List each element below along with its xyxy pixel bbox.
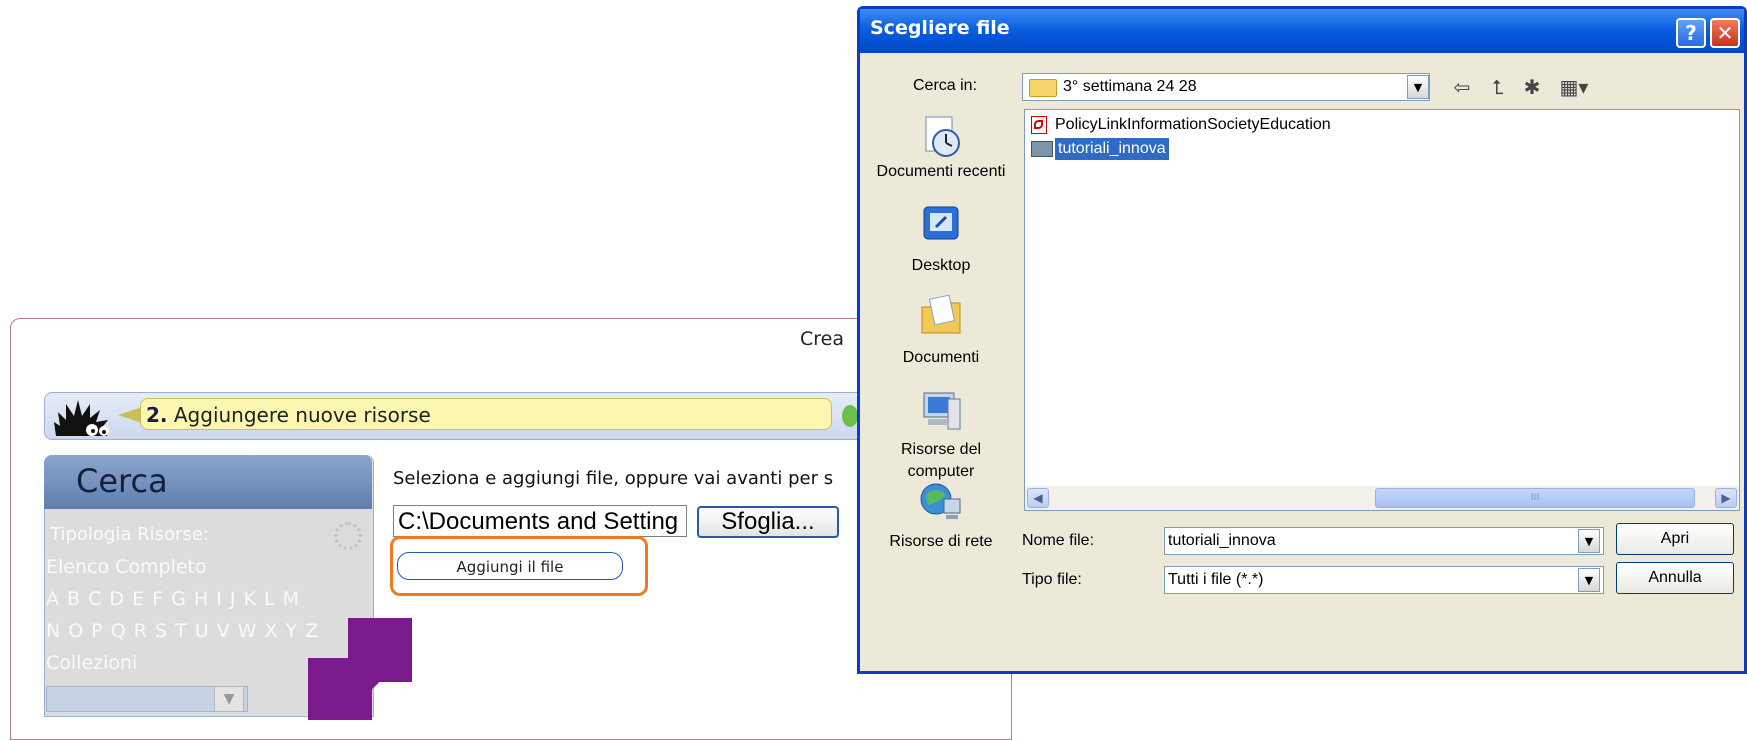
- alphabet-row-2[interactable]: N O P Q R S T U V W X Y Z: [46, 620, 319, 642]
- file-name: PolicyLinkInformationSocietyEducation: [1055, 116, 1331, 133]
- collections-label: Collezioni: [46, 652, 138, 674]
- gear-icon[interactable]: [334, 522, 362, 550]
- my-computer-icon[interactable]: [918, 389, 966, 433]
- step-heading: 2. Aggiungere nuove risorse: [146, 403, 431, 427]
- dialog-title: Scegliere file: [870, 17, 1010, 39]
- chevron-down-icon[interactable]: ▼: [1578, 568, 1600, 592]
- file-name: tutoriali_innova: [1054, 137, 1170, 161]
- resource-type-label: Tipologia Risorse:: [50, 524, 209, 545]
- folder-icon: [1029, 79, 1057, 97]
- folder-icon: [1031, 141, 1053, 157]
- step-label: Aggiungere nuove risorse: [173, 403, 431, 427]
- network-icon[interactable]: [918, 481, 966, 525]
- file-type-label: Tipo file:: [1022, 571, 1082, 588]
- chevron-down-icon[interactable]: ▼: [1407, 75, 1429, 99]
- speech-bubble-tail: [118, 407, 142, 423]
- close-button[interactable]: ✕: [1710, 18, 1740, 48]
- file-name-label: Nome file:: [1022, 532, 1095, 549]
- scroll-right-icon[interactable]: ▶: [1715, 488, 1737, 508]
- scrollbar-thumb[interactable]: III: [1375, 488, 1695, 508]
- view-menu-icon[interactable]: ▦▾: [1554, 75, 1594, 99]
- file-path-input[interactable]: C:\Documents and Setting: [393, 505, 687, 537]
- back-arrow-icon[interactable]: ⇦: [1448, 75, 1476, 99]
- status-indicator-icon: [842, 405, 858, 427]
- place-recent-documents[interactable]: Documenti recenti: [866, 161, 1016, 183]
- highlight-box: [390, 536, 648, 596]
- browse-button[interactable]: Sfoglia...: [697, 506, 839, 538]
- cancel-button[interactable]: Annulla: [1616, 562, 1734, 594]
- horizontal-scrollbar[interactable]: ◀ III ▶: [1025, 486, 1739, 510]
- place-my-computer[interactable]: Risorse del computer: [866, 439, 1016, 483]
- file-name-field[interactable]: tutoriali_innova: [1164, 527, 1604, 555]
- open-button[interactable]: Apri: [1616, 523, 1734, 555]
- full-list-link[interactable]: Elenco Completo: [46, 556, 207, 578]
- page-title: Crea: [800, 328, 844, 350]
- step-number: 2.: [146, 403, 168, 427]
- chevron-down-icon[interactable]: ▼: [1578, 529, 1600, 553]
- scroll-left-icon[interactable]: ◀: [1027, 488, 1049, 508]
- file-chooser-dialog: Scegliere file ? ✕ Cerca in: 3° settiman…: [857, 6, 1747, 674]
- look-in-label: Cerca in:: [913, 77, 978, 94]
- documents-folder-icon[interactable]: [918, 293, 966, 337]
- desktop-icon[interactable]: [918, 203, 966, 247]
- look-in-value: 3° settimana 24 28: [1063, 78, 1197, 95]
- file-type-select[interactable]: Tutti i file (*.*): [1164, 566, 1604, 594]
- place-documents[interactable]: Documenti: [866, 347, 1016, 369]
- help-button[interactable]: ?: [1676, 18, 1706, 48]
- look-in-select[interactable]: 3° settimana 24 28 ▼: [1022, 73, 1430, 101]
- dialog-titlebar[interactable]: Scegliere file ? ✕: [860, 9, 1744, 53]
- alphabet-row-1[interactable]: A B C D E F G H I J K L M: [46, 588, 300, 610]
- place-desktop[interactable]: Desktop: [866, 255, 1016, 277]
- file-list[interactable]: PolicyLinkInformationSocietyEducation tu…: [1024, 109, 1740, 511]
- chevron-down-icon[interactable]: ▼: [214, 686, 244, 712]
- instruction-text: Seleziona e aggiungi file, oppure vai av…: [393, 468, 834, 489]
- pdf-icon: [1031, 116, 1047, 134]
- pointer-arrow-icon: [308, 618, 412, 720]
- place-network[interactable]: Risorse di rete: [866, 531, 1016, 553]
- recent-documents-icon[interactable]: [918, 115, 966, 159]
- new-folder-icon[interactable]: ✱: [1518, 75, 1546, 99]
- hedgehog-mascot-icon: [54, 400, 109, 436]
- search-title: Cerca: [76, 462, 168, 500]
- up-folder-icon[interactable]: ⮤: [1484, 75, 1512, 99]
